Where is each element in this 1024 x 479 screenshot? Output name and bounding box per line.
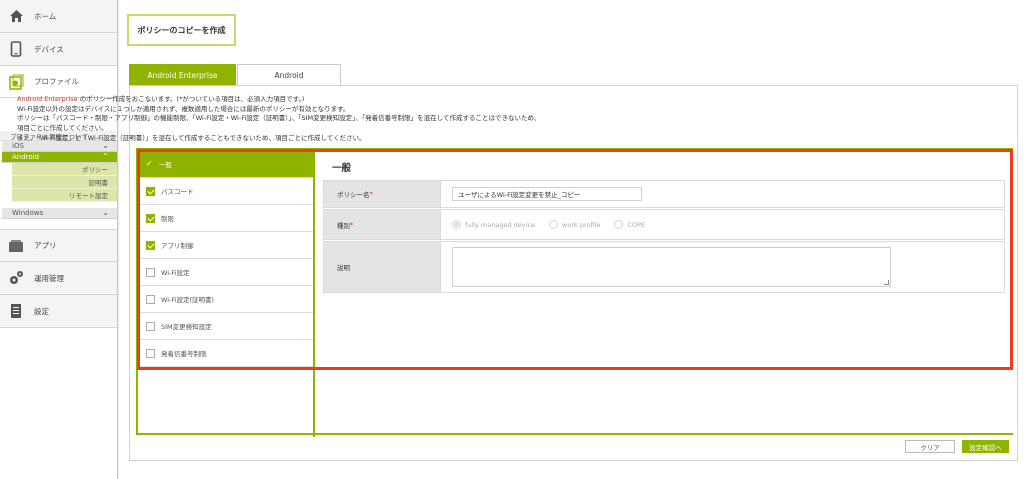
radio-work-profile[interactable]: work profile: [549, 220, 600, 229]
group-android[interactable]: Android ⌃: [2, 152, 117, 163]
section-title: 一般: [332, 163, 352, 174]
step-passcode[interactable]: パスコード: [138, 178, 313, 205]
type-cell: fully managed device work profile COPE: [440, 209, 1005, 240]
step-wifi-cert[interactable]: Wi-Fi設定(証明書): [138, 286, 313, 313]
radio-icon: [614, 220, 624, 229]
radio-label: COPE: [627, 220, 646, 229]
checkbox-icon[interactable]: [146, 321, 155, 331]
description-textarea[interactable]: [452, 247, 891, 287]
checkbox-checked-icon[interactable]: [146, 213, 155, 223]
android-item-policy[interactable]: ポリシー: [12, 163, 117, 176]
step-app-control[interactable]: アプリ制御: [138, 232, 313, 259]
intro-line5: また、「Wi-Fi設定」と「Wi-Fi設定（証明書）」を混在して作成することもで…: [17, 133, 366, 142]
step-call-restrict[interactable]: 発着信番号制限: [138, 340, 313, 367]
home-icon: [8, 8, 24, 24]
tab-android[interactable]: Android: [237, 64, 341, 85]
nav-device-label: デバイス: [34, 44, 64, 54]
required-mark: *: [369, 190, 373, 198]
chevron-down-icon: ⌄: [102, 208, 109, 217]
radio-fully-managed[interactable]: fully managed device: [452, 220, 535, 229]
nav-home-label: ホーム: [34, 11, 57, 21]
clear-button[interactable]: クリア: [905, 440, 955, 453]
step-label: SIM変更検知設定: [161, 323, 212, 331]
intro-line1: のポリシー作成をおこないます。(*がついている項目は、必須入力項目です。): [77, 95, 305, 103]
nav-profile[interactable]: プロファイル: [0, 66, 117, 98]
checkbox-checked-icon[interactable]: [146, 240, 155, 250]
radio-label: fully managed device: [465, 220, 536, 229]
group-android-label: Android: [12, 153, 40, 161]
nav-profile-label: プロファイル: [34, 77, 79, 86]
sidebar: ホーム デバイス プロファイル プロファイル管理について iOS ⌄ Andro…: [0, 0, 118, 479]
group-windows-label: Windows: [12, 209, 44, 217]
row-description: 説明: [323, 241, 1005, 293]
intro-text: Android Enterprise のポリシー作成をおこないます。(*がついて…: [17, 95, 540, 144]
description-cell: [440, 241, 1005, 293]
checkmark-icon: ✓: [146, 159, 153, 168]
nav-app[interactable]: アプリ: [0, 229, 117, 262]
group-windows[interactable]: Windows ⌄: [2, 208, 117, 219]
android-item-certificate[interactable]: 証明書: [12, 176, 117, 189]
step-sim-detect[interactable]: SIM変更検知設定: [138, 313, 313, 340]
step-label: 一般: [158, 160, 172, 169]
step-label: 発着信番号制限: [161, 350, 207, 358]
app-icon: [8, 238, 24, 254]
intro-line2: Wi-Fi設定以外の設定はデバイスに１つしか適用されず、複数適用した場合には最新…: [17, 104, 350, 113]
step-general[interactable]: ✓ 一般: [138, 150, 313, 178]
intro-line4: 項目ごとに作成してください。: [17, 124, 108, 133]
step-label: Wi-Fi設定: [161, 269, 190, 277]
divider: [313, 150, 315, 437]
description-label: 説明: [323, 241, 440, 293]
radio-icon: [549, 220, 559, 229]
step-label: アプリ制御: [161, 242, 194, 250]
nav-home[interactable]: ホーム: [0, 0, 117, 33]
step-label: 制限: [161, 215, 174, 223]
checkbox-checked-icon[interactable]: [146, 186, 155, 196]
row-type: 種別 * fully managed device work profile CO…: [323, 209, 1005, 240]
intro-line3: ポリシーは「パスコード・制限・アプリ制御」の機能制限、「Wi-Fi設定・Wi-F…: [17, 114, 541, 123]
radio-selected-icon: [452, 220, 461, 229]
checkbox-icon[interactable]: [146, 348, 155, 358]
page-title: ポリシーのコピーを作成: [127, 14, 236, 46]
intro-brand: Android Enterprise: [17, 95, 78, 103]
nav-ops-label: 運用管理: [34, 273, 64, 283]
checkbox-icon[interactable]: [146, 294, 155, 304]
type-label: 種別 *: [323, 209, 440, 240]
step-wifi[interactable]: Wi-Fi設定: [138, 259, 313, 286]
checkbox-icon[interactable]: [146, 267, 155, 277]
nav-device[interactable]: デバイス: [0, 33, 117, 66]
device-icon: [8, 41, 24, 57]
confirm-button[interactable]: 設定確認へ: [962, 440, 1009, 453]
step-restriction[interactable]: 制限: [138, 205, 313, 232]
policy-name-label: ポリシー名 *: [323, 180, 440, 208]
android-item-remote[interactable]: リモート設定: [12, 189, 117, 202]
gears-icon: [8, 270, 24, 286]
step-label: Wi-Fi設定(証明書): [161, 296, 215, 304]
radio-cope[interactable]: COPE: [614, 220, 645, 229]
tab-android-enterprise[interactable]: Android Enterprise: [129, 64, 236, 85]
policy-form: ✓ 一般 パスコード 制限 アプリ制御 Wi-Fi設定 Wi-Fi設定(証明書)…: [136, 148, 1013, 437]
nav-app-label: アプリ: [34, 241, 57, 250]
nav-settings-label: 設定: [34, 306, 49, 316]
step-list: ✓ 一般 パスコード 制限 アプリ制御 Wi-Fi設定 Wi-Fi設定(証明書)…: [138, 150, 313, 367]
profile-icon: [8, 74, 24, 90]
document-icon: [8, 303, 24, 319]
row-policy-name: ポリシー名 * ユーザによるWi-Fi設定変更を禁止_コピー: [323, 180, 1005, 208]
step-label: パスコード: [161, 188, 194, 196]
policy-name-input[interactable]: ユーザによるWi-Fi設定変更を禁止_コピー: [452, 187, 642, 201]
required-mark: *: [350, 220, 354, 229]
radio-label: work profile: [562, 220, 601, 229]
policy-name-cell: ユーザによるWi-Fi設定変更を禁止_コピー: [440, 180, 1005, 208]
chevron-up-icon: ⌃: [102, 152, 109, 161]
nav-ops[interactable]: 運用管理: [0, 262, 117, 295]
nav-settings[interactable]: 設定: [0, 295, 117, 328]
